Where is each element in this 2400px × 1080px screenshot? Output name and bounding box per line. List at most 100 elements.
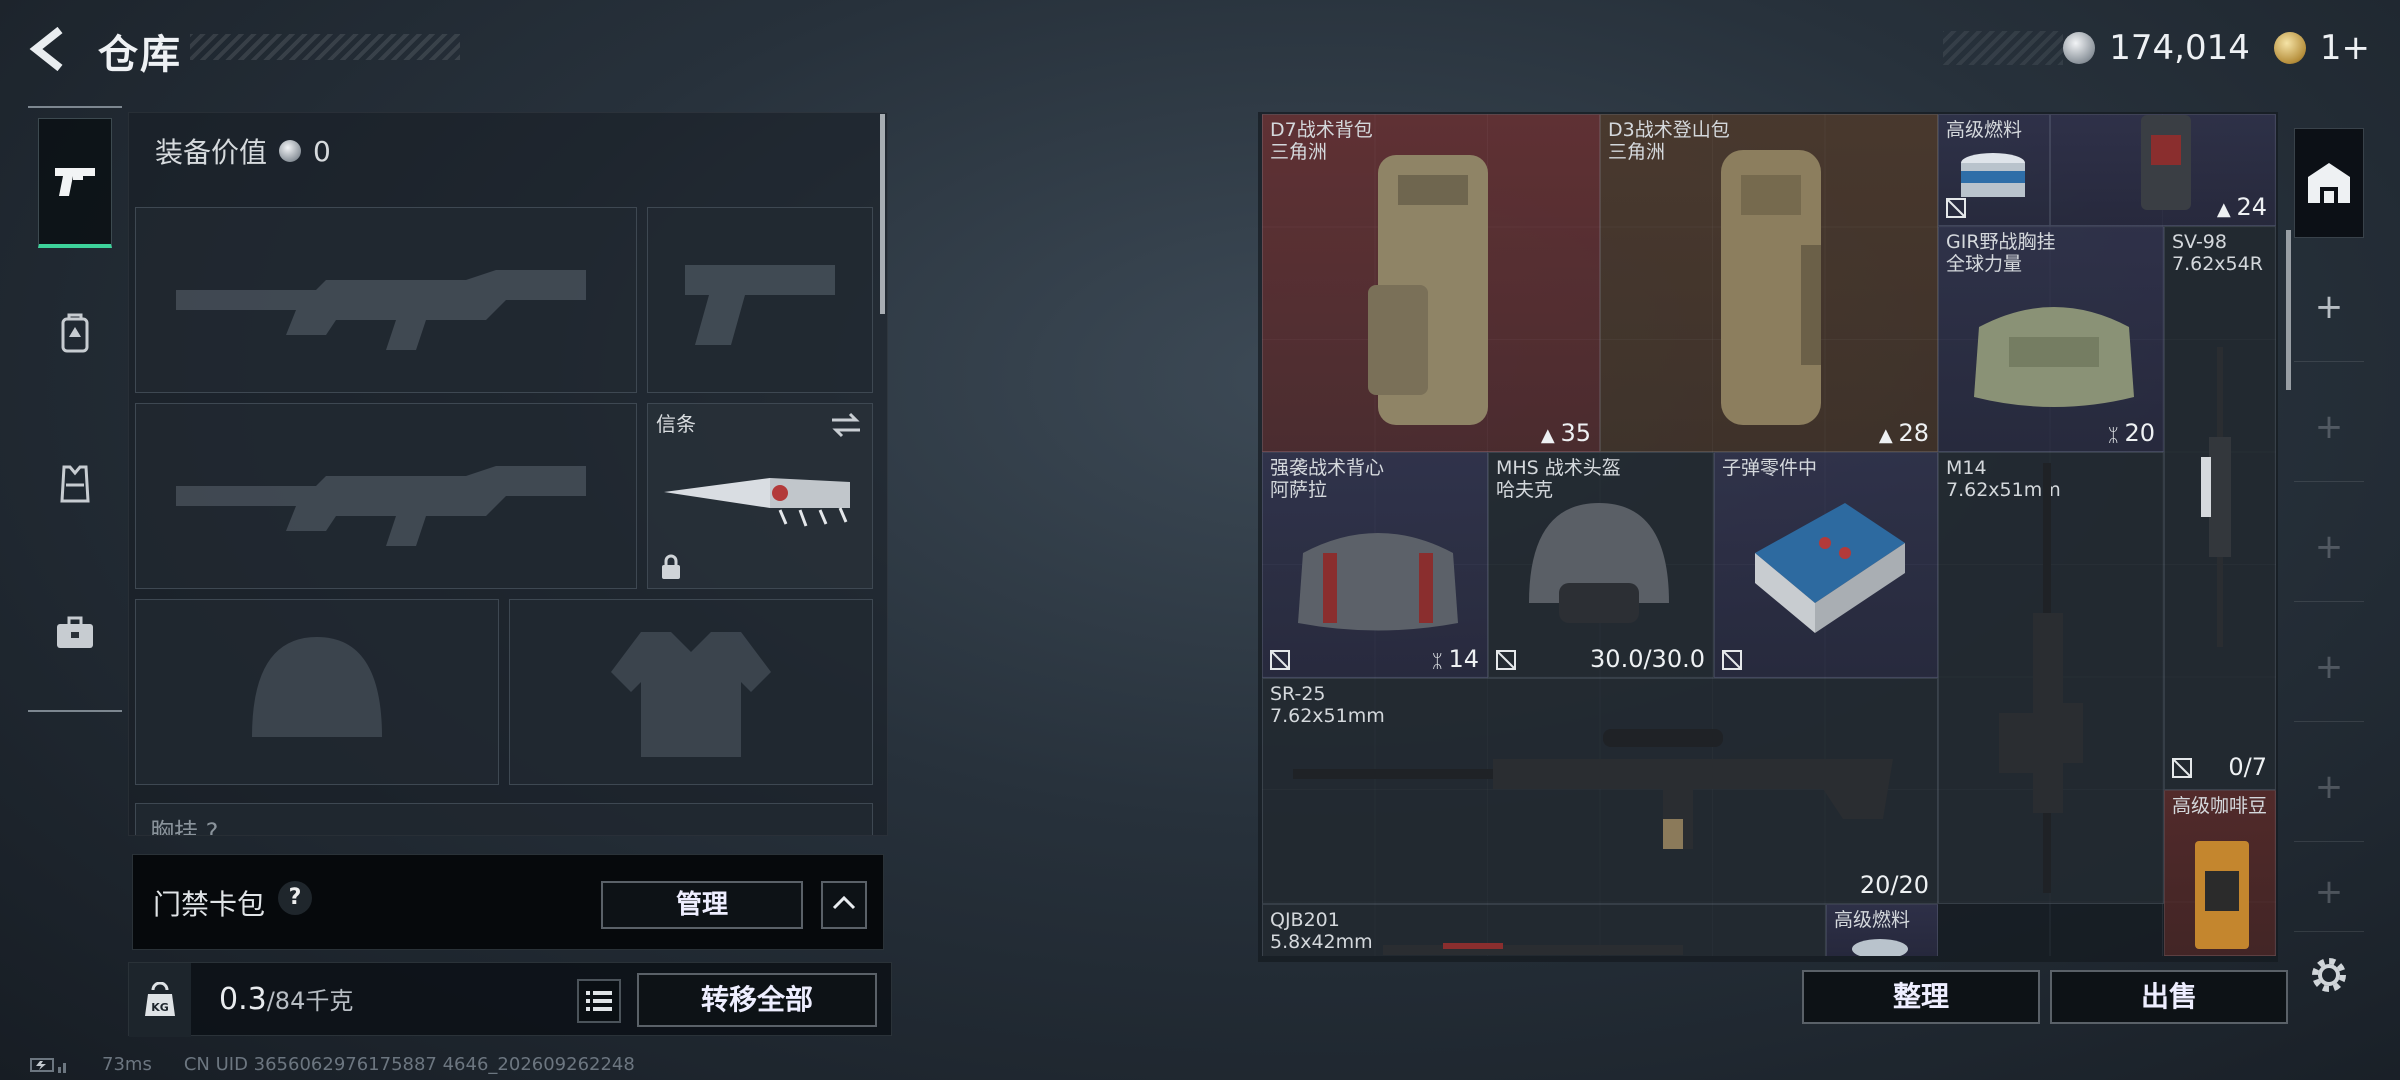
- add-stash-tab[interactable]: +: [2294, 372, 2364, 482]
- stash-item[interactable]: 子弹零件中: [1714, 452, 1938, 678]
- item-name: GIR野战胸挂: [1946, 231, 2056, 253]
- svg-text:KG: KG: [151, 1001, 169, 1014]
- equipment-value-amount: 0: [313, 134, 331, 168]
- chest-rig-label: 胸挂 ?: [150, 818, 219, 836]
- silver-amount: 174,014: [2109, 28, 2250, 68]
- chest-rig-image-icon: [1959, 287, 2149, 417]
- slot-pistol[interactable]: [647, 207, 873, 393]
- stash-item[interactable]: 高级咖啡豆: [2164, 790, 2276, 956]
- no-insure-icon: [2172, 758, 2192, 778]
- backpack-icon: [61, 313, 89, 353]
- silver-coin-icon: [279, 140, 302, 162]
- weight-readout: 0.3/84千克: [219, 981, 353, 1017]
- nav-tab-weapons[interactable]: [38, 118, 112, 248]
- weight-icon-box: KG: [129, 963, 191, 1037]
- slot-secondary-weapon[interactable]: [135, 403, 637, 589]
- currency-display: 174,014 1+: [1943, 20, 2370, 76]
- pistol-icon: [55, 167, 95, 196]
- item-name: 子弹零件中: [1722, 457, 1818, 479]
- collapse-button[interactable]: [821, 881, 867, 929]
- vest-icon: [60, 465, 90, 503]
- latency-text: 73ms: [102, 1054, 152, 1075]
- stash-tabs: + + + + + +: [2294, 128, 2364, 958]
- list-icon: [586, 991, 612, 1011]
- status-footer: 73ms CN UID 3656062976175887 4646_202609…: [30, 1054, 635, 1075]
- item-name: SR-25: [1270, 683, 1326, 705]
- equipment-value-label: 装备价值: [155, 136, 268, 169]
- manage-button[interactable]: 管理: [601, 881, 803, 929]
- stash-item[interactable]: SR-25 7.62x51mm 20/20: [1262, 678, 1938, 904]
- equipment-value: 装备价值 0: [155, 131, 331, 171]
- transfer-all-button[interactable]: 转移全部: [637, 973, 877, 1027]
- slot-armor[interactable]: [509, 599, 873, 785]
- add-stash-tab[interactable]: +: [2294, 492, 2364, 602]
- item-name: MHS 战术头盔: [1496, 457, 1621, 479]
- item-count: 28: [1898, 419, 1929, 447]
- access-card-label: 门禁卡包: [153, 888, 266, 921]
- nav-tab-vest[interactable]: [38, 418, 112, 548]
- sniper-rifle-icon: [1283, 719, 1903, 859]
- sell-button[interactable]: 出售: [2050, 970, 2288, 1024]
- slot-primary-weapon[interactable]: [135, 207, 637, 393]
- silver-coin-icon: [2063, 32, 2096, 64]
- list-view-button[interactable]: [577, 979, 621, 1023]
- help-icon[interactable]: ?: [278, 881, 312, 915]
- fuel-can-icon: [1845, 935, 1915, 956]
- gold-coin-icon: [2273, 32, 2306, 64]
- stash-item[interactable]: SV-98 7.62x54R 0/7: [2164, 226, 2276, 790]
- rifle-silhouette-icon: [136, 404, 636, 588]
- item-count: 35: [1560, 419, 1591, 447]
- nav-tab-case[interactable]: [38, 568, 112, 698]
- add-stash-tab[interactable]: +: [2294, 612, 2364, 722]
- item-count: 24: [2236, 193, 2267, 221]
- add-stash-tab[interactable]: +: [2294, 732, 2364, 842]
- add-stash-tab[interactable]: +: [2294, 252, 2364, 362]
- no-insure-icon: [1270, 650, 1290, 670]
- stash-item[interactable]: D7战术背包 三角洲 ▲ 35: [1262, 114, 1600, 452]
- helmet-image-icon: [1519, 493, 1679, 643]
- slot-helmet[interactable]: [135, 599, 499, 785]
- stash-item[interactable]: QJB201 5.8x42mm: [1262, 904, 1826, 956]
- stash-item[interactable]: 高级燃料: [1826, 904, 1938, 956]
- equipment-scrollbar[interactable]: [880, 114, 885, 314]
- back-button[interactable]: [26, 24, 72, 74]
- vest-image-icon: [1283, 513, 1473, 633]
- chevron-left-icon: [29, 26, 63, 72]
- weight-current: 0.3: [219, 982, 267, 1017]
- item-name: QJB201: [1270, 909, 1340, 931]
- uid-text: CN UID 3656062976175887 4646_20260926224…: [183, 1054, 635, 1075]
- stash-scrollbar[interactable]: [2286, 230, 2291, 390]
- stash-item[interactable]: 高级燃料: [1938, 114, 2050, 226]
- stash-item[interactable]: D3战术登山包 三角洲 ▲ 28: [1600, 114, 1938, 452]
- slot-melee[interactable]: 信条: [647, 403, 873, 589]
- item-count: 0/7: [2228, 753, 2267, 781]
- lock-icon: [662, 554, 680, 579]
- rifle-vertical-icon: [1979, 463, 2119, 893]
- stash-item[interactable]: M14 7.62x51mm: [1938, 452, 2164, 904]
- stash-item[interactable]: MHS 战术头盔 哈夫克 30.0/30.0: [1488, 452, 1714, 678]
- stash-item[interactable]: GIR野战胸挂 全球力量 ᛯ 20: [1938, 226, 2164, 452]
- stash-tab-main[interactable]: [2294, 128, 2364, 238]
- no-insure-icon: [1722, 650, 1742, 670]
- item-sub: 5.8x42mm: [1270, 931, 1373, 953]
- category-nav: [28, 108, 122, 712]
- item-sub: 7.62x54R: [2172, 253, 2263, 275]
- tidy-button[interactable]: 整理: [1802, 970, 2040, 1024]
- item-name: SV-98: [2172, 231, 2227, 253]
- backpack-image-icon: [1353, 135, 1513, 435]
- item-name: 高级燃料: [1834, 909, 1911, 931]
- no-insure-icon: [1946, 198, 1966, 218]
- weight-bar: KG 0.3/84千克 转移全部: [128, 962, 892, 1037]
- page-title: 仓库: [98, 32, 182, 78]
- stash-item[interactable]: ▲ 24: [2050, 114, 2276, 226]
- swap-icon[interactable]: [830, 412, 862, 438]
- gold-amount: 1+: [2319, 28, 2370, 68]
- battery-signal-icon: [30, 1057, 66, 1073]
- settings-gear-icon[interactable]: [2306, 952, 2352, 998]
- stash-item[interactable]: 强袭战术背心 阿萨拉 ᛯ 14: [1262, 452, 1488, 678]
- coffee-bag-icon: [2187, 831, 2257, 951]
- nav-tab-backpack[interactable]: [38, 268, 112, 398]
- title-decoration: [190, 34, 460, 60]
- add-stash-tab[interactable]: +: [2294, 852, 2364, 932]
- slot-chest-rig[interactable]: 胸挂 ?: [135, 803, 873, 836]
